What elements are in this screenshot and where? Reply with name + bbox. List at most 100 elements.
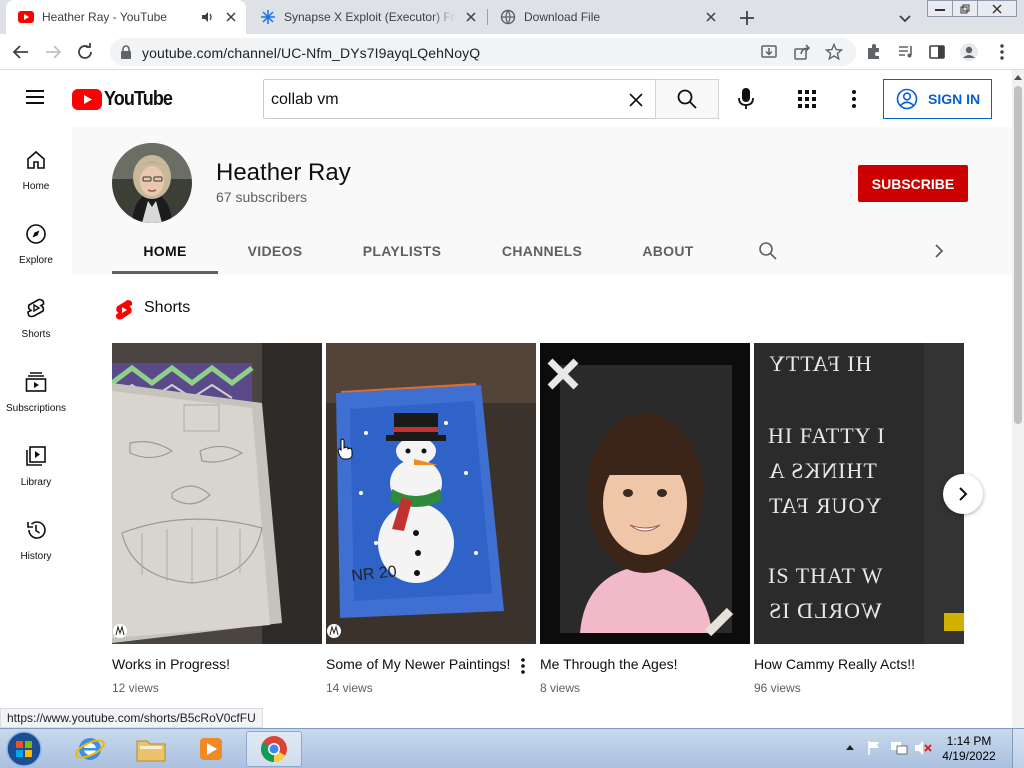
youtube-masthead: YouTube collab vm SIGN IN — [0, 70, 1012, 127]
history-icon — [27, 521, 46, 539]
search-input[interactable]: collab vm — [263, 79, 656, 119]
guide-item-history[interactable]: History — [0, 497, 72, 571]
taskbar-file-explorer[interactable] — [123, 731, 179, 767]
back-arrow-icon[interactable] — [10, 41, 32, 63]
new-tab-icon[interactable] — [737, 8, 757, 28]
guide-item-shorts[interactable]: Shorts — [0, 275, 72, 349]
install-app-icon[interactable] — [760, 43, 778, 61]
short-title[interactable]: Some of My Newer Paintings! — [326, 656, 512, 672]
short-title[interactable]: Me Through the Ages! — [540, 656, 750, 672]
speaker-icon[interactable] — [200, 10, 214, 24]
media-controls-icon[interactable] — [895, 41, 917, 63]
short-card[interactable]: Works in Progress! 12 views — [112, 343, 322, 695]
guide-item-label: Library — [20, 477, 52, 488]
guide-item-explore[interactable]: Explore — [0, 201, 72, 275]
shorts-logo-icon — [115, 300, 133, 320]
browser-tab-youtube[interactable]: Heather Ray - YouTube — [6, 0, 246, 34]
scroll-up-arrow-icon[interactable] — [1014, 74, 1022, 80]
voice-search-microphone-icon[interactable] — [736, 87, 756, 111]
tab-title: Download File — [524, 10, 601, 24]
short-thumbnail[interactable] — [112, 343, 322, 644]
home-icon — [27, 150, 45, 169]
short-card[interactable]: Me Through the Ages! 8 views — [540, 343, 750, 695]
caption-line: YOUR FAT — [768, 493, 882, 518]
bookmark-star-icon[interactable] — [825, 43, 843, 61]
chrome-menu-icon[interactable] — [991, 41, 1013, 63]
hand-cursor-icon — [337, 438, 353, 460]
forward-arrow-icon[interactable] — [42, 41, 64, 63]
network-icon[interactable] — [890, 740, 908, 756]
tab-playlists[interactable]: PLAYLISTS — [348, 235, 456, 275]
scrollbar-thumb[interactable] — [1014, 86, 1022, 424]
tab-channels[interactable]: CHANNELS — [486, 235, 598, 275]
tab-close-icon[interactable] — [702, 8, 720, 26]
caption-line: HI FATTY I — [768, 423, 886, 448]
action-center-flag-icon[interactable] — [866, 740, 882, 756]
search-button[interactable] — [655, 79, 719, 119]
system-clock[interactable]: 1:14 PM 4/19/2022 — [930, 734, 1008, 764]
short-thumbnail[interactable] — [540, 343, 750, 644]
caption-line: HI FATTY — [768, 351, 872, 376]
taskbar-media-player[interactable] — [183, 731, 239, 767]
youtube-logo-text: YouTube — [104, 88, 173, 110]
account-circle-icon — [896, 88, 918, 110]
tab-search-chevron-icon[interactable] — [896, 9, 914, 27]
short-card[interactable]: HI FATTY HI FATTY I THINKS A YOUR FAT IS… — [754, 343, 964, 695]
show-hidden-icons-icon[interactable] — [846, 743, 854, 751]
apps-grid-icon[interactable] — [798, 90, 816, 108]
minimize-window-icon[interactable] — [927, 0, 953, 17]
tab-close-icon[interactable] — [462, 8, 480, 26]
url-text: youtube.com/channel/UC-Nfm_DYs7I9ayqLQeh… — [142, 45, 481, 61]
clear-search-icon[interactable] — [628, 92, 644, 108]
guide-item-subscriptions[interactable]: Subscriptions — [0, 349, 72, 423]
sign-in-button[interactable]: SIGN IN — [883, 79, 992, 119]
tabs-next-chevron-icon[interactable] — [932, 243, 946, 259]
caption-line: THINKS A — [768, 458, 877, 483]
clock-time: 1:14 PM — [946, 734, 992, 748]
browser-tab-download[interactable]: Download File — [488, 0, 726, 34]
youtube-favicon-icon — [18, 11, 34, 23]
short-views: 8 views — [540, 681, 581, 695]
short-thumbnail[interactable]: NR 20 — [326, 343, 536, 644]
taskbar-internet-explorer[interactable] — [62, 731, 118, 767]
guide-item-label: Home — [22, 181, 50, 192]
side-panel-icon[interactable] — [926, 41, 948, 63]
settings-kebab-icon[interactable] — [851, 89, 857, 109]
subscribe-button[interactable]: SUBSCRIBE — [858, 165, 968, 202]
taskbar-chrome[interactable] — [246, 731, 302, 767]
tab-home[interactable]: HOME — [112, 235, 218, 275]
short-views: 14 views — [326, 681, 373, 695]
reload-icon[interactable] — [74, 41, 96, 63]
address-bar[interactable]: youtube.com/channel/UC-Nfm_DYs7I9ayqLQeh… — [110, 38, 856, 66]
page-scrollbar[interactable] — [1012, 70, 1024, 728]
profile-avatar-icon[interactable] — [958, 41, 980, 63]
lock-icon[interactable] — [120, 45, 132, 59]
channel-avatar[interactable] — [112, 143, 192, 223]
restore-window-icon[interactable] — [952, 0, 978, 17]
share-icon[interactable] — [793, 43, 811, 61]
channel-page: Heather Ray 67 subscribers SUBSCRIBE HOM… — [72, 127, 1012, 727]
guide-item-home[interactable]: Home — [0, 127, 72, 201]
tab-videos[interactable]: VIDEOS — [232, 235, 318, 275]
short-title[interactable]: How Cammy Really Acts!! — [754, 656, 964, 672]
short-menu-kebab-icon[interactable] — [520, 657, 526, 675]
short-card[interactable]: NR 20 Some of My Newer Paintings! 14 vie… — [326, 343, 536, 695]
chevron-right-icon — [959, 487, 968, 501]
browser-tab-synapse[interactable]: Synapse X Exploit (Executor) Free — [248, 0, 486, 34]
show-desktop-button[interactable] — [1012, 729, 1024, 768]
caption-line: IS THAT W — [768, 563, 884, 588]
start-button[interactable] — [4, 730, 44, 768]
close-window-icon[interactable] — [977, 0, 1017, 17]
channel-search-icon[interactable] — [758, 241, 778, 261]
extensions-puzzle-icon[interactable] — [863, 41, 885, 63]
youtube-logo[interactable]: YouTube — [72, 88, 180, 111]
library-icon — [26, 446, 46, 466]
tab-close-icon[interactable] — [222, 8, 240, 26]
guide-item-library[interactable]: Library — [0, 423, 72, 497]
clock-date: 4/19/2022 — [942, 749, 996, 763]
short-title[interactable]: Works in Progress! — [112, 656, 322, 672]
short-thumbnail[interactable]: HI FATTY HI FATTY I THINKS A YOUR FAT IS… — [754, 343, 964, 644]
shelf-next-button[interactable] — [943, 474, 983, 514]
tab-about[interactable]: ABOUT — [632, 235, 704, 275]
hamburger-menu-icon[interactable] — [25, 89, 45, 105]
